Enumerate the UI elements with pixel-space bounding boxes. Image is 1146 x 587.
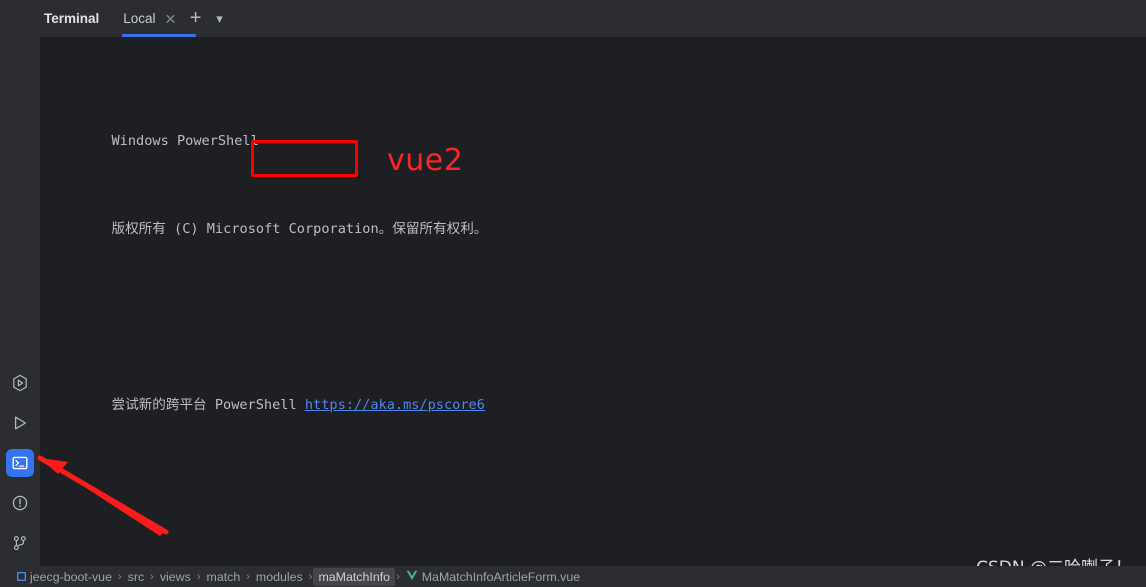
breadcrumb: jeecg-boot-vue › src › views › match › m… — [12, 566, 585, 587]
breadcrumb-separator: › — [396, 570, 400, 583]
tool-window-sidebar — [0, 0, 40, 566]
breadcrumb-label: jeecg-boot-vue — [30, 569, 112, 584]
breadcrumb-item-modules[interactable]: modules — [251, 568, 308, 586]
breadcrumb-separator: › — [196, 570, 201, 583]
new-tab-icon[interactable]: + — [184, 0, 208, 37]
project-module-icon — [17, 571, 26, 581]
sidebar-item-run[interactable] — [6, 409, 34, 437]
status-bar: jeecg-boot-vue › src › views › match › m… — [0, 566, 1146, 587]
terminal-icon — [11, 454, 29, 472]
terminal-line-text: 版权所有 (C) Microsoft Corporation。保留所有权利。 — [111, 221, 488, 237]
breadcrumb-separator: › — [150, 570, 154, 583]
panel-title: Terminal — [44, 11, 100, 26]
breadcrumb-item-src[interactable]: src — [123, 568, 150, 586]
sidebar-item-terminal[interactable] — [6, 449, 34, 477]
breadcrumb-item-views[interactable]: views — [155, 568, 196, 586]
tab-label: Local — [123, 11, 156, 26]
vue-file-icon — [406, 570, 418, 581]
sidebar-item-git[interactable] — [6, 529, 34, 557]
breadcrumb-item-mamatchinfo[interactable]: maMatchInfo — [313, 567, 396, 586]
terminal-line-text: Windows PowerShell — [111, 133, 259, 149]
terminal-line-prefix: 尝试新的跨平台 PowerShell — [111, 397, 305, 413]
run-with-coverage-icon — [11, 374, 29, 392]
run-icon — [11, 414, 29, 432]
terminal-line: Windows PowerShell — [46, 108, 1146, 149]
git-branch-icon — [11, 534, 29, 552]
breadcrumb-item-project[interactable]: jeecg-boot-vue — [12, 568, 117, 586]
breadcrumb-separator: › — [117, 570, 122, 583]
powershell-url-link[interactable]: https://aka.ms/pscore6 — [305, 397, 485, 413]
annotation-label-vue2: vue2 — [387, 143, 464, 178]
terminal-tab-local[interactable]: Local ✕ — [115, 0, 197, 37]
sidebar-item-problems[interactable] — [6, 489, 34, 517]
terminal-lines: Windows PowerShell 版权所有 (C) Microsoft Co… — [46, 42, 1146, 566]
breadcrumb-label: MaMatchInfoArticleForm.vue — [421, 569, 581, 584]
chevron-down-icon[interactable]: ▾ — [208, 0, 232, 37]
sidebar-item-run-with-coverage[interactable] — [6, 369, 34, 397]
close-icon[interactable]: ✕ — [164, 12, 178, 26]
terminal-output-area[interactable]: Windows PowerShell 版权所有 (C) Microsoft Co… — [40, 37, 1146, 566]
terminal-tab-bar: Terminal Local ✕ + ▾ — [0, 0, 1146, 37]
terminal-line: 尝试新的跨平台 PowerShell https://aka.ms/pscore… — [46, 372, 1146, 413]
problems-icon — [11, 494, 29, 512]
breadcrumb-item-file[interactable]: MaMatchInfoArticleForm.vue — [401, 568, 585, 586]
ide-terminal-window: Terminal Local ✕ + ▾ Windows PowerShell … — [0, 0, 1146, 587]
terminal-line: 版权所有 (C) Microsoft Corporation。保留所有权利。 — [46, 196, 1146, 237]
breadcrumb-item-match[interactable]: match — [202, 568, 246, 586]
